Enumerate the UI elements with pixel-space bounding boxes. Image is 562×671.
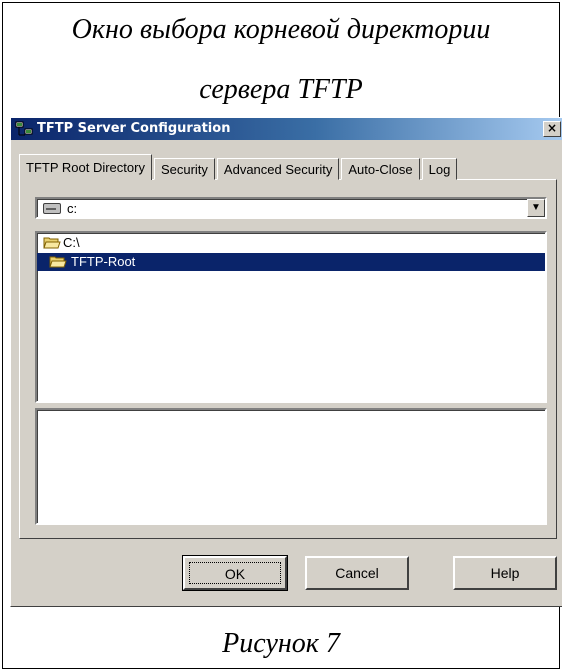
close-button[interactable]: × bbox=[543, 121, 561, 137]
ok-button[interactable]: OK bbox=[182, 555, 288, 591]
cancel-button[interactable]: Cancel bbox=[305, 556, 409, 590]
tab-log[interactable]: Log bbox=[421, 158, 458, 180]
figure-caption-line2: сервера TFTP bbox=[199, 74, 363, 105]
figure-number-caption: Рисунок 7 bbox=[222, 628, 340, 659]
chevron-down-icon: ▼ bbox=[531, 202, 541, 213]
help-button[interactable]: Help bbox=[453, 556, 557, 590]
directory-item-label: TFTP-Root bbox=[71, 254, 136, 269]
drive-select[interactable]: c: ▼ bbox=[35, 197, 547, 219]
drive-select-value: c: bbox=[67, 201, 78, 216]
tab-security[interactable]: Security bbox=[153, 158, 215, 180]
open-folder-icon bbox=[43, 237, 61, 249]
dropdown-arrow-button[interactable]: ▼ bbox=[527, 199, 545, 217]
directory-tree[interactable]: C:\ TFTP-Root bbox=[35, 231, 547, 403]
window-title: TFTP Server Configuration bbox=[37, 121, 231, 136]
close-icon: × bbox=[546, 121, 558, 135]
tftp-config-dialog: TFTP Server Configuration × TFTP Root Di… bbox=[10, 117, 562, 607]
tab-tftp-root-directory[interactable]: TFTP Root Directory bbox=[19, 154, 152, 180]
directory-item-tftp-root[interactable]: TFTP-Root bbox=[37, 253, 545, 271]
network-computer-icon bbox=[15, 121, 33, 136]
drive-icon bbox=[43, 203, 61, 214]
tab-auto-close[interactable]: Auto-Close bbox=[341, 158, 420, 180]
ok-button-label: OK bbox=[189, 562, 281, 584]
directory-item-label: C:\ bbox=[63, 235, 80, 250]
directory-item-root[interactable]: C:\ bbox=[37, 234, 545, 252]
info-panel bbox=[35, 408, 547, 525]
title-bar[interactable]: TFTP Server Configuration × bbox=[11, 118, 562, 140]
tab-advanced-security[interactable]: Advanced Security bbox=[216, 158, 340, 180]
tab-strip: TFTP Root Directory Security Advanced Se… bbox=[19, 154, 459, 180]
open-folder-icon bbox=[49, 256, 67, 268]
figure-caption-line1: Окно выбора корневой директории bbox=[71, 14, 491, 45]
